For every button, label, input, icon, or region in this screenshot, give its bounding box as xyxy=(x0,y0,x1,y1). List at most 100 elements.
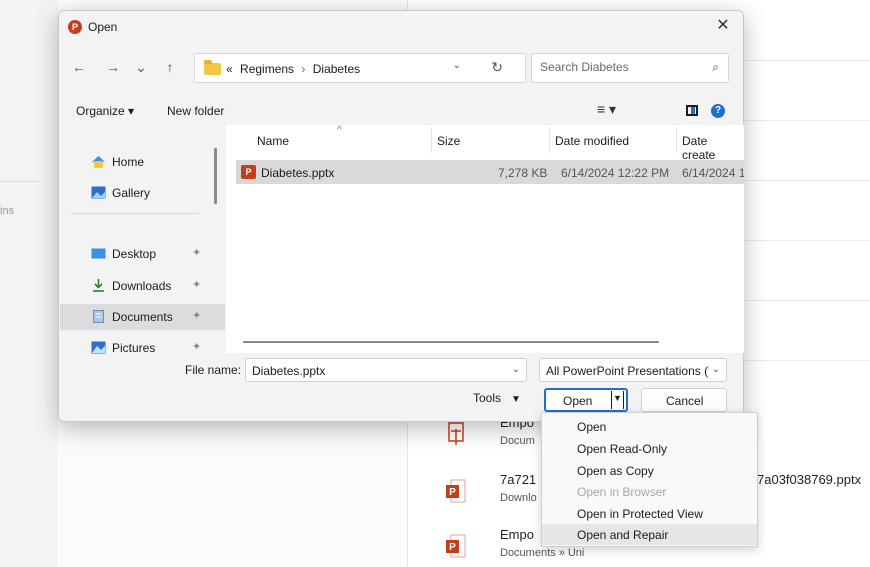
tools-label: Tools xyxy=(473,391,502,405)
breadcrumb-separator: › xyxy=(301,62,306,76)
open-button[interactable]: Open ▼ xyxy=(544,388,628,412)
desktop-icon xyxy=(91,248,106,259)
file-type-value: All PowerPoint Presentations (* xyxy=(546,364,713,378)
view-options-icon[interactable]: ≡ ▾ xyxy=(597,101,616,118)
breadcrumb-item-regimens[interactable]: Regimens xyxy=(240,62,294,76)
background-divider xyxy=(0,181,40,182)
pin-icon[interactable]: ✦ xyxy=(192,246,201,259)
refresh-icon[interactable]: ↻ xyxy=(491,59,503,76)
folder-icon xyxy=(204,60,221,75)
search-icon[interactable]: ⌕ xyxy=(712,60,719,75)
sidebar-item-desktop[interactable]: Desktop ✦ xyxy=(60,241,225,267)
new-folder-button[interactable]: New folder xyxy=(167,104,224,118)
recent-file-location: Documents » Uni xyxy=(500,547,585,559)
download-icon xyxy=(93,279,104,292)
sidebar-item-label: Documents xyxy=(112,310,173,324)
preview-pane-icon[interactable] xyxy=(686,105,698,116)
address-bar[interactable]: « Regimens › Diabetes ⌄ ↻ xyxy=(194,53,526,83)
caret-down-icon: ▼ xyxy=(613,393,622,403)
file-name-label: File name: xyxy=(185,363,242,377)
back-arrow-icon[interactable]: ← xyxy=(69,57,89,77)
breadcrumb[interactable]: « Regimens › Diabetes xyxy=(226,62,360,76)
sidebar-item-label: Gallery xyxy=(112,186,151,200)
background-side-text: ins xyxy=(0,205,15,217)
address-dropdown-icon[interactable]: ⌄ xyxy=(453,60,461,71)
sidebar-item-downloads[interactable]: Downloads ✦ xyxy=(60,273,225,299)
file-row[interactable]: P Diabetes.pptx 7,278 KB 6/14/2024 12:22… xyxy=(236,160,744,184)
search-input[interactable] xyxy=(540,60,700,74)
file-date-created: 6/14/2024 1 xyxy=(682,166,744,180)
menu-item-open-as-copy[interactable]: Open as Copy xyxy=(542,460,757,481)
up-arrow-icon[interactable]: ↑ xyxy=(160,57,180,77)
chevron-down-icon[interactable]: ⌄ xyxy=(708,364,720,375)
help-icon[interactable]: ? xyxy=(711,104,725,118)
search-box[interactable]: ⌕ xyxy=(531,53,729,83)
sort-ascending-icon: ^ xyxy=(337,125,342,136)
breadcrumb-item-diabetes[interactable]: Diabetes xyxy=(313,62,360,76)
recent-locations-chevron-icon[interactable]: ⌄ xyxy=(131,57,151,77)
svg-text:P: P xyxy=(449,542,456,553)
open-split-dropdown[interactable]: ▼ xyxy=(611,391,624,409)
column-divider[interactable] xyxy=(549,127,550,153)
breadcrumb-overflow[interactable]: « xyxy=(226,62,233,76)
sidebar-item-label: Desktop xyxy=(112,247,157,261)
presentation-template-icon xyxy=(448,422,464,445)
file-type-select[interactable]: All PowerPoint Presentations (* ⌄ xyxy=(539,358,727,382)
sidebar-item-gallery[interactable]: Gallery xyxy=(60,180,225,206)
dialog-title: Open xyxy=(88,20,118,34)
cancel-button-label: Cancel xyxy=(666,394,704,408)
sidebar-item-label: Home xyxy=(112,155,145,169)
column-header-date-modified[interactable]: Date modified xyxy=(555,134,629,148)
menu-item-label: Open Read-Only xyxy=(577,442,668,456)
chevron-down-icon[interactable]: ⌄ xyxy=(512,364,520,375)
menu-item-label: Open in Protected View xyxy=(577,507,703,521)
pictures-icon xyxy=(91,341,106,354)
menu-item-label: Open in Browser xyxy=(577,485,667,499)
sidebar-item-label: Pictures xyxy=(112,341,156,355)
powerpoint-icon: P xyxy=(68,20,82,34)
file-name-field[interactable]: Diabetes.pptx ⌄ xyxy=(245,358,527,382)
file-date-modified: 6/14/2024 12:22 PM xyxy=(561,166,670,180)
command-bar: Organize ▾ New folder ≡ ▾ ? xyxy=(59,99,743,123)
sidebar-item-documents[interactable]: Documents ✦ xyxy=(60,304,225,330)
sidebar-item-label: Downloads xyxy=(112,279,172,293)
sidebar-item-pictures[interactable]: Pictures ✦ xyxy=(60,335,225,359)
pin-icon[interactable]: ✦ xyxy=(192,278,201,291)
column-header-date-created[interactable]: Date create xyxy=(682,134,744,162)
recent-file-location: Docum xyxy=(500,435,535,447)
column-header-name[interactable]: Name xyxy=(257,134,289,148)
forward-arrow-icon[interactable]: → xyxy=(103,57,123,77)
menu-item-open-read-only[interactable]: Open Read-Only xyxy=(542,438,757,459)
cancel-button[interactable]: Cancel xyxy=(641,388,727,412)
menu-item-open-and-repair[interactable]: Open and Repair xyxy=(542,524,757,545)
open-button-label: Open xyxy=(563,394,593,408)
open-options-menu: Open Open Read-Only Open as Copy Open in… xyxy=(541,412,758,547)
menu-item-open[interactable]: Open xyxy=(542,416,757,437)
ppt-icon: P xyxy=(446,534,466,558)
column-divider[interactable] xyxy=(676,127,677,153)
tools-menu-button[interactable]: Tools ▼ xyxy=(473,391,521,405)
pin-icon[interactable]: ✦ xyxy=(192,309,201,322)
caret-down-icon: ▼ xyxy=(511,394,521,405)
navigation-bar: ← → ⌄ ↑ « Regimens › Diabetes ⌄ ↻ ⌕ xyxy=(59,49,743,85)
ppt-icon: P xyxy=(241,165,256,179)
menu-item-open-in-protected-view[interactable]: Open in Protected View xyxy=(542,503,757,524)
svg-text:P: P xyxy=(449,487,456,498)
file-size: 7,278 KB xyxy=(498,166,548,180)
menu-item-label: Open xyxy=(577,420,607,434)
column-header-size[interactable]: Size xyxy=(437,134,460,148)
home-icon xyxy=(92,156,105,168)
organize-menu-button[interactable]: Organize ▾ xyxy=(76,104,134,118)
pin-icon[interactable]: ✦ xyxy=(192,340,201,353)
file-list: ^ Name Size Date modified Date create P … xyxy=(226,125,744,353)
open-file-dialog: P Open ✕ ← → ⌄ ↑ « Regimens › Diabetes ⌄… xyxy=(58,10,744,422)
background-left-pane xyxy=(0,0,58,567)
file-name-value: Diabetes.pptx xyxy=(252,364,326,378)
sidebar-divider xyxy=(70,213,198,214)
recent-file-name: Empo xyxy=(500,527,534,542)
menu-item-open-in-browser: Open in Browser xyxy=(542,481,757,502)
column-divider[interactable] xyxy=(431,127,432,153)
close-icon[interactable]: ✕ xyxy=(713,16,733,36)
sidebar-item-home[interactable]: Home xyxy=(60,149,225,175)
horizontal-scrollbar[interactable] xyxy=(243,341,659,343)
